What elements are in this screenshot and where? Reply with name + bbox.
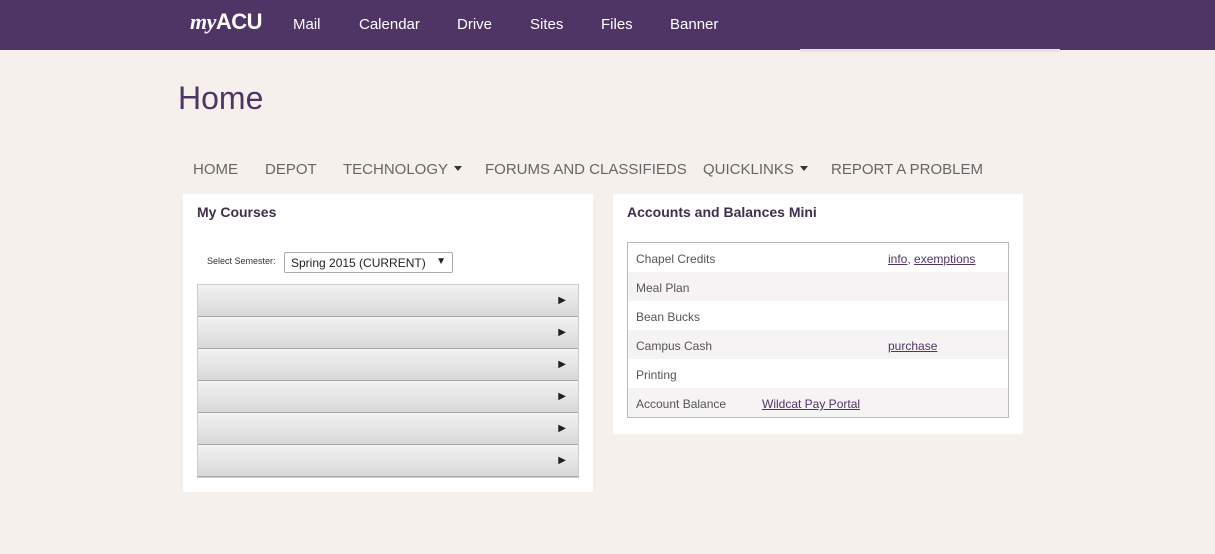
main-nav-forums[interactable]: FORUMS AND CLASSIFIEDS: [485, 161, 687, 178]
course-row[interactable]: ▶: [198, 317, 578, 349]
main-nav-home[interactable]: HOME: [193, 161, 238, 178]
exemptions-link[interactable]: exemptions: [914, 252, 975, 266]
accounts-balances-title: Accounts and Balances Mini: [627, 204, 817, 220]
logo-acu-text: ACU: [215, 9, 263, 34]
balance-row-chapel-credits: Chapel Credits info, exemptions: [628, 243, 1008, 272]
expand-arrow-icon: ▶: [558, 359, 566, 370]
expand-arrow-icon: ▶: [558, 295, 566, 306]
page-title: Home: [178, 80, 264, 116]
semester-select[interactable]: Spring 2015 (CURRENT) ▼: [284, 252, 453, 273]
link-separator: ,: [907, 252, 911, 266]
semester-select-value: Spring 2015 (CURRENT): [291, 256, 426, 270]
semester-label: Select Semester:: [207, 256, 276, 266]
balance-row-campus-cash: Campus Cash purchase: [628, 330, 1008, 359]
info-link[interactable]: info: [888, 252, 907, 266]
course-row[interactable]: ▶: [198, 285, 578, 317]
balance-label: Account Balance: [636, 397, 727, 411]
balance-label: Campus Cash: [636, 339, 713, 353]
balance-label: Printing: [636, 368, 677, 382]
balance-label: Chapel Credits: [636, 252, 716, 266]
main-nav-report[interactable]: REPORT A PROBLEM: [831, 161, 983, 178]
navbar-shadow: [800, 49, 1060, 52]
nav-banner[interactable]: Banner: [670, 16, 718, 33]
main-nav-technology-label: TECHNOLOGY: [343, 161, 449, 178]
my-courses-title: My Courses: [197, 204, 277, 220]
expand-arrow-icon: ▶: [558, 391, 566, 402]
main-nav-depot[interactable]: DEPOT: [265, 161, 317, 178]
logo-my-text: my: [190, 9, 216, 34]
course-row[interactable]: ▶: [198, 445, 578, 477]
main-nav-quicklinks[interactable]: QUICKLINKS: [703, 161, 808, 178]
chevron-down-icon: [799, 165, 808, 171]
expand-arrow-icon: ▶: [558, 423, 566, 434]
balance-label: Bean Bucks: [636, 310, 701, 324]
top-navbar: myACU Mail Calendar Drive Sites Files Ba…: [0, 0, 1215, 52]
expand-arrow-icon: ▶: [558, 327, 566, 338]
nav-mail[interactable]: Mail: [293, 16, 321, 33]
balances-table: Chapel Credits info, exemptions Meal Pla…: [627, 242, 1009, 418]
campus-cash-actions: purchase: [888, 339, 937, 353]
course-row[interactable]: ▶: [198, 413, 578, 445]
balance-row-bean-bucks: Bean Bucks: [628, 301, 1008, 330]
dropdown-arrow-icon: ▼: [436, 256, 446, 267]
account-balance-actions: Wildcat Pay Portal: [762, 397, 860, 411]
accounts-balances-panel: Accounts and Balances Mini Chapel Credit…: [613, 194, 1023, 434]
myacu-logo[interactable]: myACU: [190, 9, 263, 36]
main-nav-quicklinks-label: QUICKLINKS: [703, 161, 794, 178]
chapel-links: info, exemptions: [888, 252, 975, 266]
purchase-link[interactable]: purchase: [888, 339, 937, 353]
balance-row-meal-plan: Meal Plan: [628, 272, 1008, 301]
nav-sites[interactable]: Sites: [530, 16, 563, 33]
course-row[interactable]: ▶: [198, 349, 578, 381]
wildcat-pay-portal-link[interactable]: Wildcat Pay Portal: [762, 397, 860, 411]
balance-label: Meal Plan: [636, 281, 690, 295]
nav-files[interactable]: Files: [601, 16, 633, 33]
expand-arrow-icon: ▶: [558, 455, 566, 466]
chevron-down-icon: [454, 165, 463, 171]
main-nav-technology[interactable]: TECHNOLOGY: [343, 161, 463, 178]
balance-row-account-balance: Account Balance Wildcat Pay Portal: [628, 388, 1008, 417]
nav-calendar[interactable]: Calendar: [359, 16, 420, 33]
my-courses-panel: My Courses Select Semester: Spring 2015 …: [183, 194, 593, 492]
course-list: ▶ ▶ ▶ ▶ ▶ ▶: [197, 284, 579, 478]
nav-drive[interactable]: Drive: [457, 16, 492, 33]
balance-row-printing: Printing: [628, 359, 1008, 388]
course-row[interactable]: ▶: [198, 381, 578, 413]
